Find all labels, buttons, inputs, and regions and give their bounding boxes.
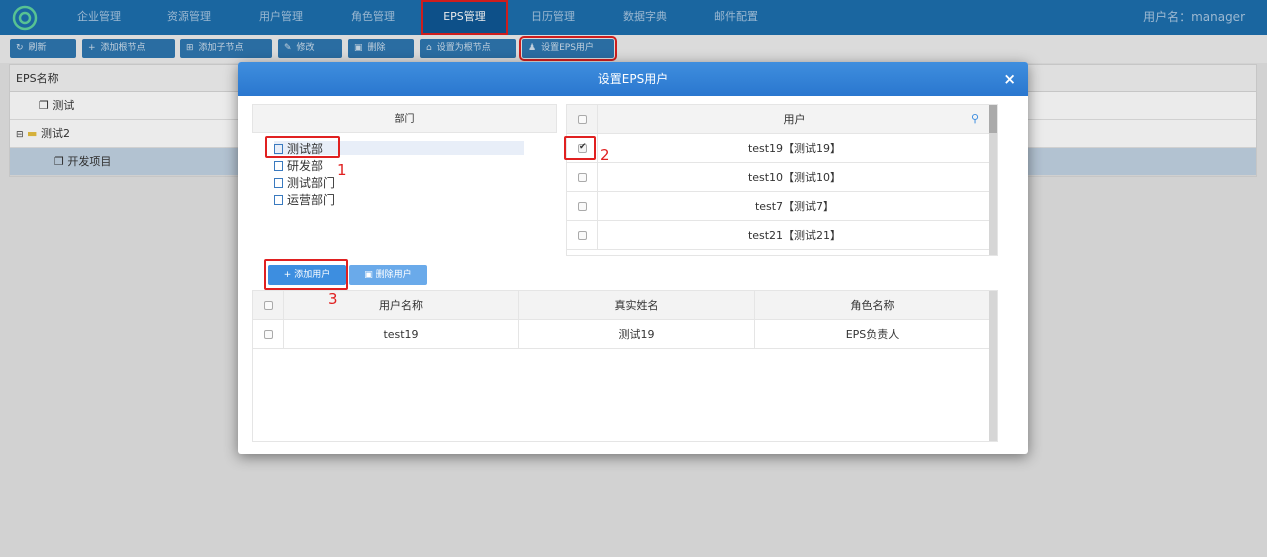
user-row[interactable]: test19【测试19】 <box>567 134 991 163</box>
annotation-number: 3 <box>328 290 338 308</box>
scroll-thumb[interactable] <box>989 105 997 133</box>
user-cell: test7【测试7】 <box>754 200 835 213</box>
close-icon[interactable]: × <box>1003 62 1016 96</box>
search-icon[interactable]: ⚲ <box>971 112 979 125</box>
set-eps-user-dialog: 设置EPS用户 × 部门 测试部 研发部 测试部门 运营部门 用户 ⚲ test… <box>238 62 1028 454</box>
annotation-box-add-user <box>264 259 348 290</box>
user-grid-scrollbar[interactable] <box>989 105 997 255</box>
department-item[interactable]: 测试部门 <box>274 174 335 191</box>
user-row[interactable]: test10【测试10】 <box>567 163 991 192</box>
role-column-header: 角色名称 <box>755 291 991 320</box>
role-cell: EPS负责人 <box>755 320 991 349</box>
department-item[interactable]: 运营部门 <box>274 191 335 208</box>
annotation-number: 2 <box>600 146 610 164</box>
user-cell: test10【测试10】 <box>747 171 842 184</box>
user-cell: test21【测试21】 <box>747 229 842 242</box>
trash-icon: ▣ <box>364 270 376 280</box>
row-checkbox[interactable] <box>578 202 587 211</box>
annotation-box-checkbox <box>564 136 596 160</box>
remove-user-button[interactable]: ▣ 删除用户 <box>349 265 427 285</box>
assigned-user-row[interactable]: test19 测试19 EPS负责人 <box>253 320 991 349</box>
select-all-checkbox[interactable] <box>264 301 273 310</box>
row-checkbox[interactable] <box>578 231 587 240</box>
username-column-header: 用户名称 <box>284 291 519 320</box>
username-cell: test19 <box>284 320 519 349</box>
dialog-title: 设置EPS用户 <box>238 62 1028 96</box>
user-row[interactable]: test21【测试21】 <box>567 221 991 250</box>
assigned-grid-scrollbar[interactable] <box>989 291 997 441</box>
annotation-box-department <box>265 136 340 158</box>
realname-cell: 测试19 <box>519 320 755 349</box>
department-item[interactable]: 研发部 <box>274 157 323 174</box>
annotation-number: 1 <box>337 161 347 179</box>
assigned-user-grid: 用户名称 真实姓名 角色名称 test19 测试19 EPS负责人 <box>252 290 998 442</box>
file-icon <box>274 178 283 188</box>
department-header: 部门 <box>252 104 557 133</box>
user-column-header: 用户 <box>783 113 806 126</box>
department-panel: 部门 测试部 研发部 测试部门 运营部门 <box>252 104 557 254</box>
select-all-checkbox[interactable] <box>578 115 587 124</box>
user-cell: test19【测试19】 <box>747 142 842 155</box>
file-icon <box>274 161 283 171</box>
row-checkbox[interactable] <box>264 330 273 339</box>
user-grid-header: 用户 ⚲ <box>567 105 991 134</box>
file-icon <box>274 195 283 205</box>
assigned-grid-header: 用户名称 真实姓名 角色名称 <box>253 291 991 320</box>
realname-column-header: 真实姓名 <box>519 291 755 320</box>
row-checkbox[interactable] <box>578 173 587 182</box>
user-row[interactable]: test7【测试7】 <box>567 192 991 221</box>
user-grid: 用户 ⚲ test19【测试19】 test10【测试10】 test7【测试7… <box>566 104 998 256</box>
